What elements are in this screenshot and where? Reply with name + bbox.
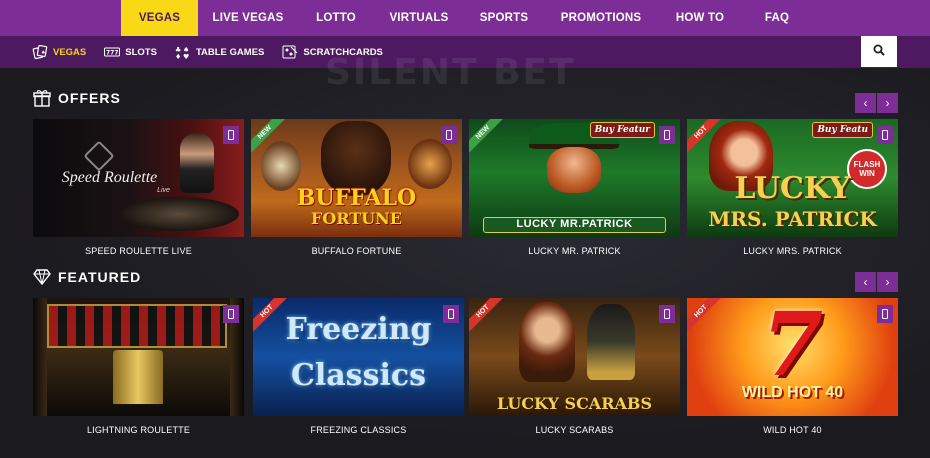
game-card-wild-hot-40[interactable]: 7 WILD HOT 40 HOT: [687, 298, 898, 416]
hot-badge: HOT: [253, 298, 293, 338]
art-title: Speed Roulette: [61, 169, 158, 186]
top-nav-how-to[interactable]: HOW TO: [658, 0, 742, 36]
speed-logo-icon: [83, 140, 115, 172]
mobile-icon: [877, 305, 893, 323]
offers-prev-button[interactable]: ‹: [855, 93, 876, 113]
cougar-figure: [408, 139, 452, 189]
top-nav-sports[interactable]: SPORTS: [464, 0, 544, 36]
game-label[interactable]: LUCKY MRS. PATRICK: [687, 246, 898, 256]
game-card-speed-roulette[interactable]: Speed Roulette Live: [33, 119, 244, 237]
game-thumbnail: Speed Roulette Live: [33, 119, 244, 237]
top-nav: VEGAS LIVE VEGAS LOTTO VIRTUALS SPORTS P…: [0, 0, 930, 36]
hot-badge: HOT: [687, 119, 727, 159]
offers-arrows: ‹ ›: [854, 93, 898, 113]
sub-nav-slots[interactable]: 777 SLOTS: [104, 45, 157, 59]
mobile-icon: [659, 305, 675, 323]
art-title: LUCKY: [734, 171, 851, 206]
game-label[interactable]: FREEZING CLASSICS: [253, 425, 464, 435]
top-nav-live-vegas[interactable]: LIVE VEGAS: [198, 0, 298, 36]
top-nav-virtuals[interactable]: VIRTUALS: [374, 0, 464, 36]
game-card-lucky-scarabs[interactable]: LUCKY SCARABS HOT: [469, 298, 680, 416]
sub-nav-slots-label: SLOTS: [125, 46, 157, 58]
scratchcard-icon: [282, 45, 298, 59]
explorer-figure: [519, 302, 575, 382]
mobile-icon: [877, 126, 893, 144]
svg-text:♠: ♠: [41, 50, 45, 56]
art-subtitle: Classics: [290, 358, 427, 393]
offers-title: OFFERS: [58, 90, 121, 106]
art-subtitle: WILD HOT 40: [741, 384, 844, 401]
sub-nav-table-games-label: TABLE GAMES: [195, 46, 265, 58]
diamond-icon: [32, 267, 52, 287]
game-card-lucky-mr-patrick[interactable]: LUCKY MR.PATRICK NEW Buy Featur: [469, 119, 680, 237]
mobile-icon: [441, 126, 457, 144]
svg-text:777: 777: [106, 50, 119, 57]
sub-nav-vegas-label: VEGAS: [53, 46, 87, 58]
chips-icon: ♣ ♠ ♦ ♥: [175, 45, 191, 59]
art-title: LUCKY SCARABS: [496, 394, 653, 413]
buy-feature-badge: Buy Featur: [589, 122, 655, 138]
mobile-icon: [223, 126, 239, 144]
cards-icon: ♠: [32, 45, 48, 59]
art-subtitle: Live: [157, 187, 170, 194]
slots-777-icon: 777: [104, 45, 121, 59]
mobile-icon: [443, 305, 459, 323]
top-nav-promotions[interactable]: PROMOTIONS: [544, 0, 658, 36]
mobile-icon: [223, 305, 239, 323]
game-card-lucky-mrs-patrick[interactable]: FLASH WIN LUCKY MRS. PATRICK HOT Buy Fea…: [687, 119, 898, 237]
leprechaun-face: [547, 147, 601, 193]
game-label[interactable]: LUCKY MR. PATRICK: [469, 246, 680, 256]
new-badge: NEW: [469, 119, 509, 159]
roulette-table: [119, 197, 239, 231]
art-title: BUFFALO: [296, 185, 417, 211]
game-card-buffalo-fortune[interactable]: BUFFALO FORTUNE NEW: [251, 119, 462, 237]
search-button[interactable]: [861, 36, 897, 67]
buy-feature-badge: Buy Featu: [812, 122, 873, 138]
svg-text:♥: ♥: [183, 53, 189, 59]
offers-heading: OFFERS: [32, 88, 121, 108]
new-badge: NEW: [251, 119, 291, 159]
featured-prev-button[interactable]: ‹: [855, 272, 876, 292]
featured-heading: FEATURED: [32, 267, 141, 287]
game-label[interactable]: LIGHTNING ROULETTE: [33, 425, 244, 435]
game-label[interactable]: LUCKY SCARABS: [469, 425, 680, 435]
game-card-freezing-classics[interactable]: Freezing Classics HOT: [253, 298, 464, 416]
svg-text:♦: ♦: [175, 53, 181, 59]
hot-badge: HOT: [687, 298, 727, 338]
featured-title: FEATURED: [58, 269, 142, 285]
featured-arrows: ‹ ›: [854, 272, 898, 292]
sub-nav-vegas[interactable]: ♠ VEGAS: [32, 45, 86, 59]
golden-pedestal: [113, 350, 163, 404]
left-pillar: [33, 298, 47, 416]
top-nav-vegas[interactable]: VEGAS: [121, 0, 198, 36]
top-nav-lotto[interactable]: LOTTO: [298, 0, 374, 36]
art-subtitle: MRS. PATRICK: [708, 207, 877, 231]
featured-next-button[interactable]: ›: [877, 272, 898, 292]
art-title: LUCKY MR.PATRICK: [516, 218, 633, 230]
game-card-lightning-roulette[interactable]: [33, 298, 244, 416]
game-label[interactable]: SPEED ROULETTE LIVE: [33, 246, 244, 256]
search-icon: [873, 43, 885, 61]
art-subtitle: FORTUNE: [311, 209, 402, 228]
gift-icon: [32, 88, 52, 108]
anubis-figure: [587, 304, 635, 380]
game-label[interactable]: BUFFALO FORTUNE: [251, 246, 462, 256]
game-thumbnail: [33, 298, 244, 416]
offers-next-button[interactable]: ›: [877, 93, 898, 113]
mobile-icon: [659, 126, 675, 144]
roulette-board: [47, 304, 227, 348]
hot-badge: HOT: [469, 298, 509, 338]
game-label[interactable]: WILD HOT 40: [687, 425, 898, 435]
watermark-logo: SILENT BET: [325, 52, 576, 93]
top-nav-faq[interactable]: FAQ: [742, 0, 812, 36]
sub-nav-table-games[interactable]: ♣ ♠ ♦ ♥ TABLE GAMES: [175, 45, 264, 59]
